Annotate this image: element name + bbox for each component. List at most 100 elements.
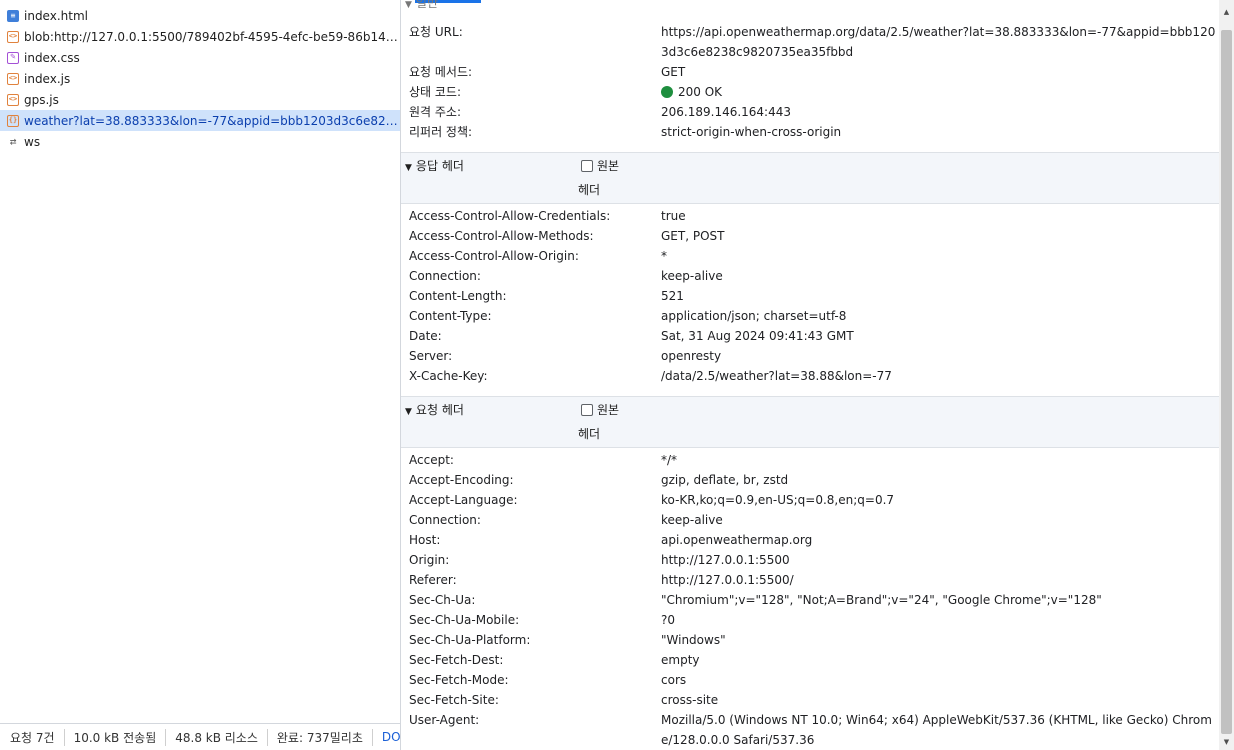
- header-key: Sec-Fetch-Mode:: [409, 673, 509, 687]
- raw-checkbox[interactable]: [581, 403, 593, 416]
- header-value: /data/2.5/weather?lat=38.88&lon=-77: [661, 369, 892, 383]
- response-headers-toggle[interactable]: ▼ 응답 헤더: [405, 157, 464, 174]
- section-title: 일반: [415, 0, 439, 10]
- header-key: Sec-Fetch-Site:: [409, 693, 499, 707]
- request-count: 요청 7건: [10, 728, 65, 746]
- header-key: Sec-Ch-Ua:: [409, 593, 476, 607]
- header-value: gzip, deflate, br, zstd: [661, 473, 789, 487]
- request-name: blob:http://127.0.0.1:5500/789402bf-4595…: [24, 29, 400, 44]
- header-value: strict-origin-when-cross-origin: [661, 125, 842, 139]
- request-list-panel: ≡ index.html <> blob:http://127.0.0.1:55…: [0, 0, 401, 750]
- header-value: api.openweathermap.org: [661, 533, 813, 547]
- header-key: Content-Type:: [409, 309, 492, 323]
- request-name: index.html: [24, 8, 88, 23]
- response-raw-toggle[interactable]: 원본: [581, 157, 619, 174]
- header-value: Mozilla/5.0 (Windows NT 10.0; Win64; x64…: [661, 713, 1212, 747]
- header-value: GET, POST: [661, 229, 725, 243]
- scroll-up-arrow-icon[interactable]: ▲: [1219, 4, 1234, 20]
- request-raw-toggle[interactable]: 원본: [581, 401, 619, 418]
- scroll-down-arrow-icon[interactable]: ▼: [1219, 734, 1234, 750]
- header-value: http://127.0.0.1:5500/: [661, 573, 794, 587]
- request-name: index.css: [24, 50, 80, 65]
- request-row-ws[interactable]: ⇄ ws: [0, 131, 400, 152]
- code-icon: <>: [7, 93, 19, 106]
- raw-checkbox[interactable]: [581, 159, 593, 172]
- request-list: ≡ index.html <> blob:http://127.0.0.1:55…: [0, 5, 400, 152]
- request-row-index-js[interactable]: <> index.js: [0, 68, 400, 89]
- collapse-arrow-icon: ▼: [405, 0, 412, 10]
- header-value: empty: [661, 653, 700, 667]
- header-value: 200 OK: [661, 82, 1216, 102]
- header-value: https://api.openweathermap.org/data/2.5/…: [661, 25, 1216, 59]
- header-value: "Windows": [661, 633, 726, 647]
- section-title: 응답 헤더: [415, 159, 464, 173]
- fetch-icon: {}: [7, 114, 19, 127]
- header-value: http://127.0.0.1:5500: [661, 553, 790, 567]
- raw-sub-label: 헤더: [578, 183, 601, 197]
- status-code-text: 200 OK: [678, 85, 723, 99]
- header-key: Access-Control-Allow-Credentials:: [409, 209, 611, 223]
- header-key: Date:: [409, 329, 442, 343]
- header-key: Access-Control-Allow-Methods:: [409, 229, 594, 243]
- scrollbar-thumb[interactable]: [1221, 30, 1232, 734]
- response-headers-section: ▼ 응답 헤더 원본 헤더: [401, 152, 1219, 204]
- general-section-toggle[interactable]: ▼ 일반: [405, 0, 438, 11]
- header-key: User-Agent:: [409, 713, 480, 727]
- raw-label: 원본: [597, 403, 620, 417]
- header-value: ko-KR,ko;q=0.9,en-US;q=0.8,en;q=0.7: [661, 493, 895, 507]
- header-key: X-Cache-Key:: [409, 369, 488, 383]
- header-key: 요청 URL:: [409, 25, 463, 39]
- header-key: Origin:: [409, 553, 450, 567]
- status-success-icon: [661, 86, 673, 98]
- request-name: index.js: [24, 71, 71, 86]
- request-headers-section: ▼ 요청 헤더 원본 헤더: [401, 396, 1219, 448]
- raw-label: 원본: [597, 159, 620, 173]
- header-key: Content-Length:: [409, 289, 507, 303]
- header-value: GET: [661, 65, 686, 79]
- request-row-weather[interactable]: {} weather?lat=38.883333&lon=-77&appid=b…: [0, 110, 400, 131]
- finish-time: 완료: 737밀리초: [277, 728, 373, 746]
- request-headers-toggle[interactable]: ▼ 요청 헤더: [405, 401, 464, 418]
- websocket-icon: ⇄: [9, 135, 17, 148]
- header-value: *: [661, 249, 667, 263]
- header-key: Accept-Language:: [409, 493, 518, 507]
- document-icon: ≡: [7, 9, 19, 22]
- request-row-index-css[interactable]: ✎ index.css: [0, 47, 400, 68]
- header-value: ?0: [661, 613, 676, 627]
- header-key: Access-Control-Allow-Origin:: [409, 249, 579, 263]
- header-key: 요청 메서드:: [409, 65, 473, 79]
- header-key: 원격 주소:: [409, 105, 462, 119]
- header-key: Connection:: [409, 513, 481, 527]
- header-key: Referer:: [409, 573, 457, 587]
- request-row-index-html[interactable]: ≡ index.html: [0, 5, 400, 26]
- header-value: openresty: [661, 349, 722, 363]
- header-key: Server:: [409, 349, 453, 363]
- header-value: Sat, 31 Aug 2024 09:41:43 GMT: [661, 329, 854, 343]
- stylesheet-icon: ✎: [7, 51, 19, 64]
- request-name: ws: [24, 134, 41, 149]
- header-key: Sec-Ch-Ua-Mobile:: [409, 613, 520, 627]
- header-value: cross-site: [661, 693, 719, 707]
- domcontentloaded-link[interactable]: DO: [382, 730, 400, 744]
- raw-sub-label: 헤더: [578, 427, 601, 441]
- collapse-arrow-icon: ▼: [405, 407, 412, 417]
- header-value: keep-alive: [661, 269, 723, 283]
- request-name: gps.js: [24, 92, 59, 107]
- vertical-scrollbar[interactable]: ▲ ▼: [1219, 0, 1234, 750]
- header-key: 상태 코드:: [409, 85, 462, 99]
- header-value: true: [661, 209, 686, 223]
- header-key: 리퍼러 정책:: [409, 125, 473, 139]
- request-row-blob[interactable]: <> blob:http://127.0.0.1:5500/789402bf-4…: [0, 26, 400, 47]
- request-name: weather?lat=38.883333&lon=-77&appid=bbb1…: [24, 113, 400, 128]
- header-key: Accept:: [409, 453, 454, 467]
- network-status-bar: 요청 7건 10.0 kB 전송됨 48.8 kB 리소스 완료: 737밀리초…: [0, 723, 400, 750]
- header-value: keep-alive: [661, 513, 723, 527]
- request-row-gps-js[interactable]: <> gps.js: [0, 89, 400, 110]
- section-title: 요청 헤더: [415, 403, 464, 417]
- header-value: "Chromium";v="128", "Not;A=Brand";v="24"…: [661, 593, 1102, 607]
- header-key: Sec-Fetch-Dest:: [409, 653, 504, 667]
- header-value: 206.189.146.164:443: [661, 105, 792, 119]
- transferred-size: 10.0 kB 전송됨: [74, 728, 167, 746]
- header-value: cors: [661, 673, 687, 687]
- headers-panel: ▼ 일반 요청 URL: https://api.openweathermap.o…: [401, 0, 1219, 750]
